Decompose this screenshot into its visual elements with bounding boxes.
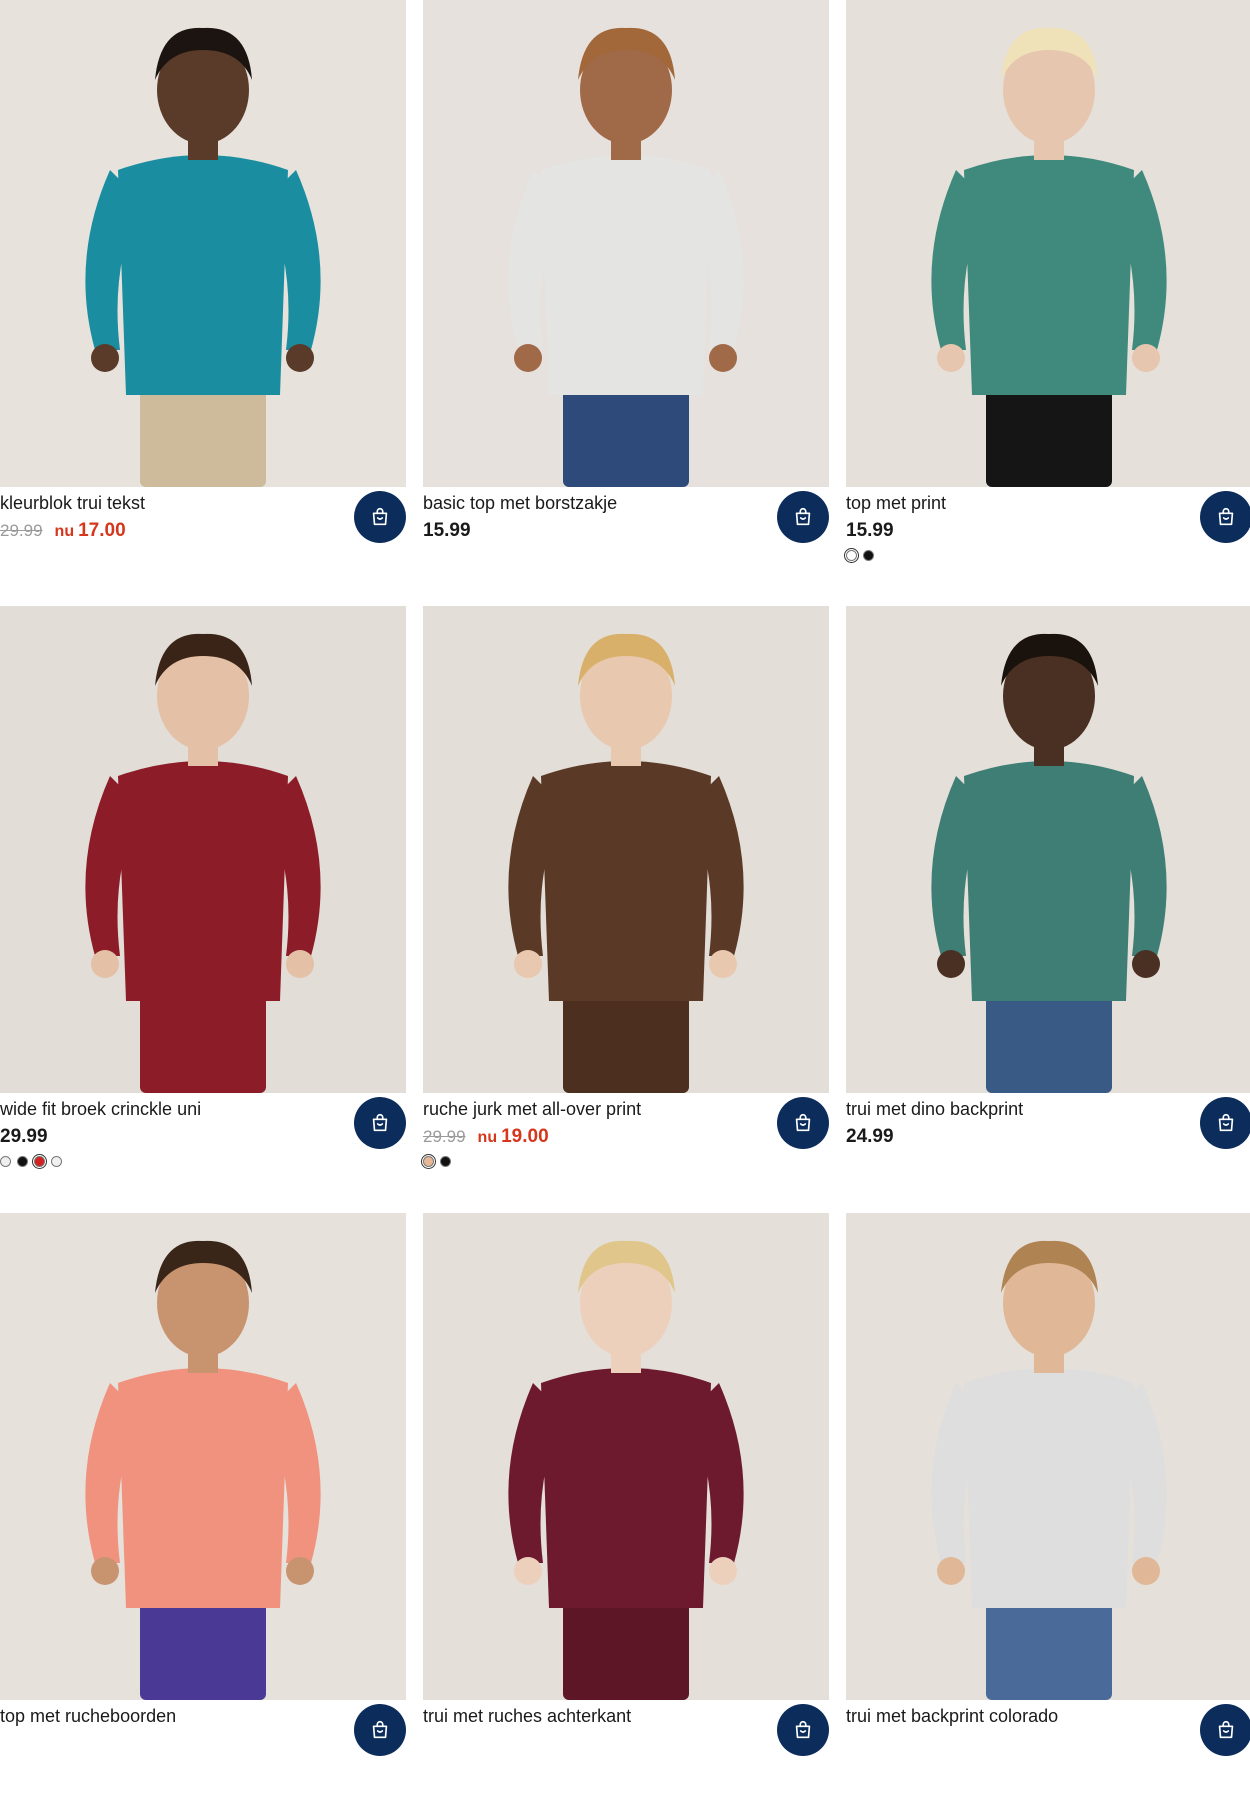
product-image[interactable] bbox=[423, 1213, 829, 1700]
color-swatch[interactable] bbox=[0, 1156, 11, 1167]
product-title[interactable]: basic top met borstzakje bbox=[423, 493, 617, 514]
price-row: 24.99 bbox=[846, 1126, 894, 1148]
product-image[interactable] bbox=[423, 606, 829, 1093]
sale-price: 17.00 bbox=[78, 520, 126, 541]
add-to-cart-button[interactable] bbox=[777, 1704, 829, 1756]
old-price: 29.99 bbox=[423, 1127, 466, 1146]
price: 15.99 bbox=[423, 520, 471, 541]
shopping-bag-icon bbox=[369, 506, 391, 528]
price: 29.99 bbox=[0, 1126, 48, 1147]
add-to-cart-button[interactable] bbox=[1200, 491, 1250, 543]
color-swatch[interactable] bbox=[844, 548, 859, 563]
now-label: nu bbox=[54, 523, 75, 540]
product-image[interactable] bbox=[423, 0, 829, 487]
add-to-cart-button[interactable] bbox=[354, 491, 406, 543]
color-swatches bbox=[0, 1154, 62, 1169]
product-card[interactable]: top met print 15.99 bbox=[844, 0, 1250, 607]
product-info: ruche jurk met all-over print 29.99 nu 19.… bbox=[421, 1093, 829, 1213]
price-row: 15.99 bbox=[846, 520, 894, 542]
product-title[interactable]: trui met backprint colorado bbox=[846, 1706, 1058, 1727]
add-to-cart-button[interactable] bbox=[777, 1097, 829, 1149]
product-grid: kleurblok trui tekst 29.99 nu 17.00 basic … bbox=[0, 0, 1250, 1756]
shopping-bag-icon bbox=[1215, 1112, 1237, 1134]
product-card[interactable]: top met rucheboorden bbox=[0, 1213, 406, 1820]
color-swatch[interactable] bbox=[421, 1154, 436, 1169]
price-row: 29.99 nu 17.00 bbox=[0, 520, 126, 542]
price-row: 29.99 bbox=[0, 1126, 48, 1148]
shopping-bag-icon bbox=[792, 1112, 814, 1134]
product-image[interactable] bbox=[0, 0, 406, 487]
price-row: 15.99 bbox=[423, 520, 471, 542]
shopping-bag-icon bbox=[1215, 506, 1237, 528]
product-card[interactable]: trui met ruches achterkant bbox=[423, 1213, 829, 1820]
color-swatches bbox=[844, 548, 874, 563]
add-to-cart-button[interactable] bbox=[1200, 1097, 1250, 1149]
color-swatch[interactable] bbox=[17, 1156, 28, 1167]
product-info: basic top met borstzakje 15.99 bbox=[423, 487, 829, 607]
add-to-cart-button[interactable] bbox=[777, 491, 829, 543]
shopping-bag-icon bbox=[792, 1719, 814, 1741]
product-card[interactable]: kleurblok trui tekst 29.99 nu 17.00 bbox=[0, 0, 406, 607]
product-card[interactable]: trui met backprint colorado bbox=[846, 1213, 1250, 1820]
product-card[interactable]: wide fit broek crinckle uni 29.99 bbox=[0, 606, 406, 1213]
product-info: trui met backprint colorado bbox=[846, 1700, 1250, 1820]
product-info: top met rucheboorden bbox=[0, 1700, 406, 1820]
shopping-bag-icon bbox=[792, 506, 814, 528]
color-swatches bbox=[421, 1154, 451, 1169]
product-image[interactable] bbox=[846, 0, 1250, 487]
old-price: 29.99 bbox=[0, 521, 43, 540]
product-title[interactable]: trui met dino backprint bbox=[846, 1099, 1023, 1120]
product-title[interactable]: wide fit broek crinckle uni bbox=[0, 1099, 201, 1120]
product-info: trui met ruches achterkant bbox=[423, 1700, 829, 1820]
product-image[interactable] bbox=[0, 1213, 406, 1700]
product-title[interactable]: kleurblok trui tekst bbox=[0, 493, 145, 514]
product-card[interactable]: trui met dino backprint 24.99 bbox=[846, 606, 1250, 1213]
color-swatch[interactable] bbox=[440, 1156, 451, 1167]
color-swatch[interactable] bbox=[51, 1156, 62, 1167]
product-image[interactable] bbox=[846, 606, 1250, 1093]
product-info: kleurblok trui tekst 29.99 nu 17.00 bbox=[0, 487, 406, 607]
product-title[interactable]: top met print bbox=[846, 493, 946, 514]
price-row: 29.99 nu 19.00 bbox=[423, 1126, 549, 1148]
product-image[interactable] bbox=[0, 606, 406, 1093]
product-card[interactable]: ruche jurk met all-over print 29.99 nu 19.… bbox=[421, 606, 829, 1213]
product-image[interactable] bbox=[846, 1213, 1250, 1700]
product-info: top met print 15.99 bbox=[844, 487, 1250, 607]
price: 24.99 bbox=[846, 1126, 894, 1147]
add-to-cart-button[interactable] bbox=[354, 1704, 406, 1756]
product-title[interactable]: trui met ruches achterkant bbox=[423, 1706, 631, 1727]
now-label: nu bbox=[477, 1129, 498, 1146]
shopping-bag-icon bbox=[1215, 1719, 1237, 1741]
product-title[interactable]: ruche jurk met all-over print bbox=[423, 1099, 641, 1120]
shopping-bag-icon bbox=[369, 1112, 391, 1134]
price: 15.99 bbox=[846, 520, 894, 541]
color-swatch[interactable] bbox=[32, 1154, 47, 1169]
add-to-cart-button[interactable] bbox=[1200, 1704, 1250, 1756]
product-card[interactable]: basic top met borstzakje 15.99 bbox=[423, 0, 829, 607]
product-info: wide fit broek crinckle uni 29.99 bbox=[0, 1093, 406, 1213]
product-info: trui met dino backprint 24.99 bbox=[846, 1093, 1250, 1213]
add-to-cart-button[interactable] bbox=[354, 1097, 406, 1149]
color-swatch[interactable] bbox=[863, 550, 874, 561]
shopping-bag-icon bbox=[369, 1719, 391, 1741]
sale-price: 19.00 bbox=[501, 1126, 549, 1147]
product-title[interactable]: top met rucheboorden bbox=[0, 1706, 176, 1727]
